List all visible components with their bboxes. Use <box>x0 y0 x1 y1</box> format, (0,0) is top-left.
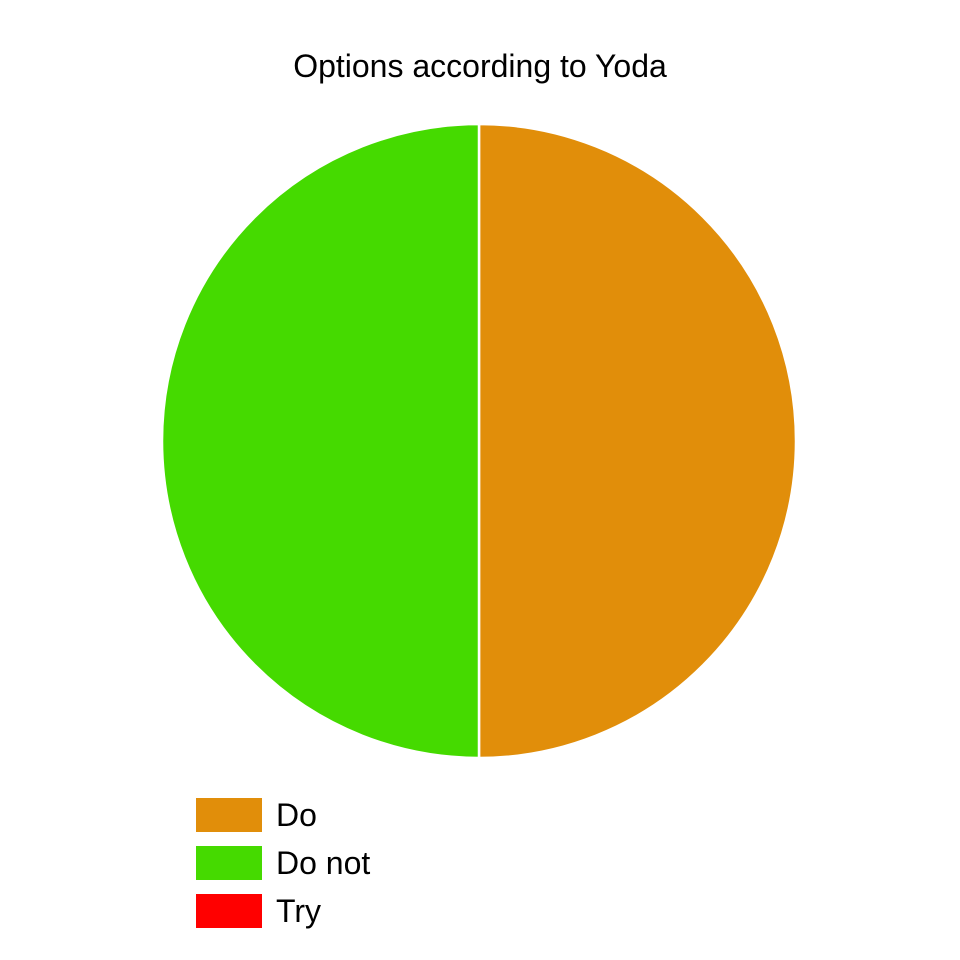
legend-label-try: Try <box>276 893 322 929</box>
pie-slice-do[interactable] <box>477 122 798 760</box>
legend-label-do: Do <box>276 797 317 833</box>
pie-slices <box>160 122 798 760</box>
legend-label-do-not: Do not <box>276 845 371 881</box>
pie-slice-do-not[interactable] <box>160 122 481 760</box>
legend-item-do[interactable]: Do <box>196 791 370 839</box>
legend: Do Do not Try <box>196 791 370 935</box>
legend-item-try[interactable]: Try <box>196 887 370 935</box>
legend-swatch-try <box>196 894 262 928</box>
pie-chart <box>160 122 798 760</box>
legend-item-do-not[interactable]: Do not <box>196 839 370 887</box>
legend-swatch-do-not <box>196 846 262 880</box>
legend-swatch-do <box>196 798 262 832</box>
